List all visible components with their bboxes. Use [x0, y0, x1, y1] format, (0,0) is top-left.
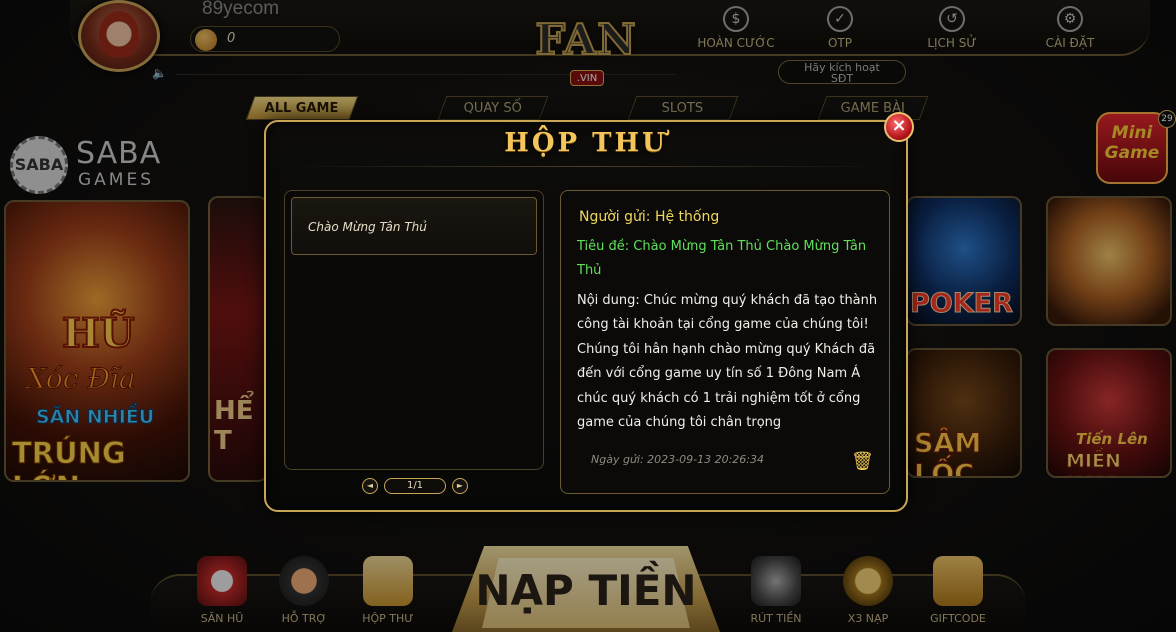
mail-content: Nội dung: Chúc mừng quý khách đã tạo thà…: [577, 293, 878, 431]
pagination: ◄ 1/1 ►: [362, 478, 472, 496]
modal-title: HỘP THƯ: [504, 128, 668, 158]
mailbox-modal: HỘP THƯ Chào Mừng Tân Thủ ◄ 1/1 ► Người …: [264, 120, 908, 512]
mail-list: Chào Mừng Tân Thủ: [284, 190, 544, 470]
mail-item-title: Chào Mừng Tân Thủ: [308, 220, 427, 234]
prev-page-button[interactable]: ◄: [362, 478, 378, 494]
page-indicator: 1/1: [384, 478, 446, 494]
mail-detail: Người gửi: Hệ thống Tiêu đề: Chào Mừng T…: [560, 190, 890, 494]
next-page-button[interactable]: ►: [452, 478, 468, 494]
trash-icon[interactable]: 🗑: [851, 451, 874, 473]
mail-list-item[interactable]: Chào Mừng Tân Thủ: [291, 197, 537, 255]
mail-sender: Người gửi: Hệ thống: [579, 209, 720, 225]
title-divider: [286, 166, 886, 167]
mail-date: Ngày gửi: 2023-09-13 20:26:34: [591, 453, 764, 466]
close-button[interactable]: ×: [884, 112, 914, 142]
mail-subject: Tiêu đề: Chào Mừng Tân Thủ Chào Mừng Tân…: [577, 239, 867, 278]
